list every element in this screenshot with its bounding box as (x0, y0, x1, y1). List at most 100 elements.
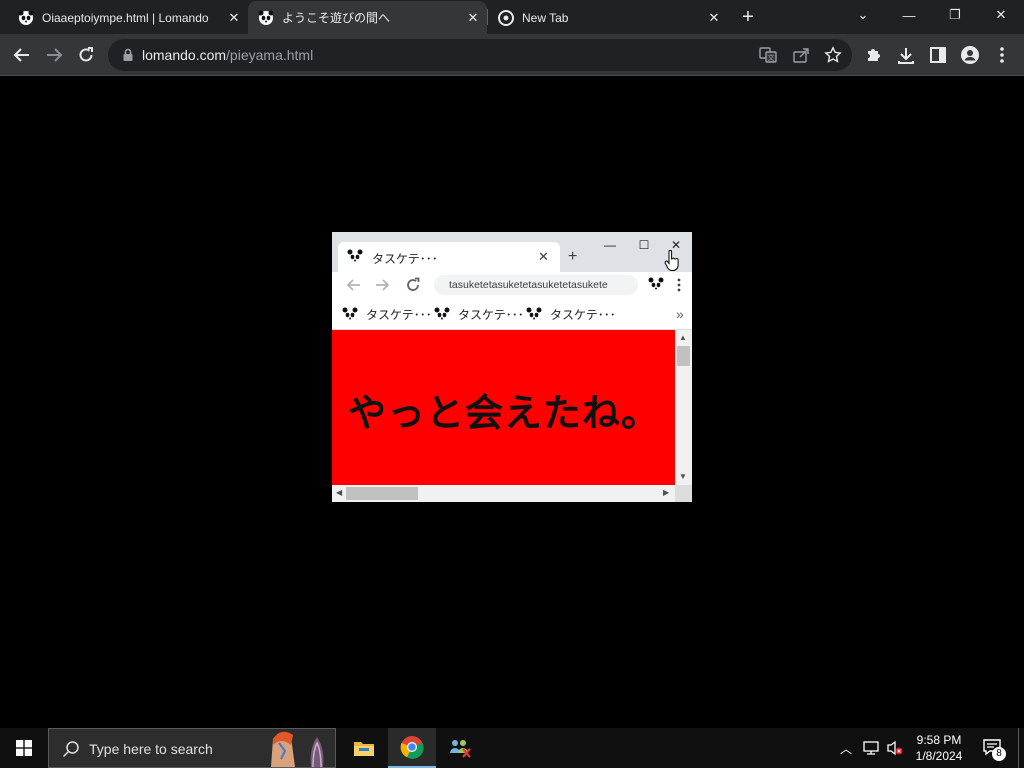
search-placeholder: Type here to search (89, 741, 213, 757)
tab-title: New Tab (522, 10, 569, 25)
taskbar-clock[interactable]: 9:58 PM 1/8/2024 (906, 732, 972, 764)
menu-button[interactable] (988, 41, 1016, 69)
reload-icon (79, 47, 93, 62)
bookmarks-overflow-button[interactable]: » (676, 306, 684, 322)
taskbar-search-box[interactable]: Type here to search (48, 728, 336, 768)
horizontal-scrollbar[interactable]: ◀ ▶ (332, 485, 675, 502)
share-icon[interactable] (791, 45, 811, 65)
forward-button[interactable] (40, 41, 68, 69)
new-tab-button[interactable]: + (736, 6, 760, 28)
hand-cursor-icon (664, 250, 679, 271)
mini-bookmarks-bar: タスケテ･･･ タスケテ･･･ タスケテ･･･ » (332, 298, 692, 330)
bookmark-label: タスケテ･･･ (366, 308, 432, 322)
tab-2[interactable]: New Tab ✕ (488, 1, 728, 34)
scroll-right-icon[interactable]: ▶ (663, 488, 669, 497)
browser-toolbar: lomando.com/pieyama.html 文 (0, 34, 1024, 76)
scrollbar-corner (675, 485, 692, 502)
bookmark-item[interactable]: タスケテ･･･ (526, 306, 616, 323)
start-button[interactable] (0, 728, 48, 768)
mini-tab-title: タスケテ･･･ (372, 252, 438, 266)
volume-muted-icon[interactable] (886, 740, 904, 756)
url-text: lomando.com/pieyama.html (142, 47, 313, 63)
taskbar-chrome[interactable] (388, 728, 436, 768)
mini-toolbar: tasuketetasuketetasuketetasukete (332, 272, 692, 298)
mini-forward-button[interactable] (372, 276, 392, 294)
bookmark-item[interactable]: タスケテ･･･ (342, 306, 432, 323)
address-bar[interactable]: lomando.com/pieyama.html 文 (108, 39, 852, 71)
tab-strip: Oiaaeptoiympe.html | Lomando ✕ ようこそ遊びの間へ… (0, 0, 1024, 34)
downloads-button[interactable] (892, 41, 920, 69)
chevron-up-icon[interactable]: ︿ (840, 740, 852, 757)
puzzle-icon (868, 49, 880, 61)
network-people-icon (450, 740, 471, 758)
clock-date: 1/8/2024 (915, 749, 963, 763)
lock-icon (123, 48, 133, 61)
bookmark-item[interactable]: タスケテ･･･ (434, 306, 524, 323)
back-arrow-icon (346, 279, 360, 291)
tab-1[interactable]: ようこそ遊びの間へ ✕ (248, 1, 487, 34)
panda-icon (342, 306, 358, 323)
tab-title: Oiaaeptoiympe.html | Lomando (42, 10, 209, 25)
panda-icon (258, 10, 274, 26)
network-icon[interactable] (862, 740, 880, 756)
show-desktop-button[interactable] (1018, 728, 1019, 768)
mini-back-button[interactable] (344, 276, 364, 294)
download-icon (898, 48, 914, 64)
bookmark-label: タスケテ･･･ (458, 308, 524, 322)
restore-button[interactable]: ❐ (932, 0, 978, 30)
bookmark-label: タスケテ･･･ (550, 308, 616, 322)
taskbar: Type here to search ︿ 9:58 PM 1/8/2024 8 (0, 728, 1024, 768)
horizontal-scroll-thumb[interactable] (346, 487, 418, 500)
mini-address-bar[interactable]: tasuketetasuketetasuketetasukete (434, 275, 638, 295)
scroll-up-icon[interactable]: ▲ (679, 333, 687, 342)
side-panel-button[interactable] (924, 41, 952, 69)
chrome-icon (498, 9, 514, 26)
notification-button[interactable]: 8 (982, 738, 1006, 761)
svg-text:文: 文 (768, 53, 775, 62)
close-icon[interactable]: ✕ (226, 10, 242, 26)
extensions-button[interactable] (860, 41, 888, 69)
tab-0[interactable]: Oiaaeptoiympe.html | Lomando ✕ (8, 1, 248, 34)
search-highlight-illustration (271, 731, 324, 767)
window-close-button[interactable]: ✕ (978, 0, 1024, 30)
mini-new-tab-button[interactable]: + (568, 248, 577, 266)
chrome-icon (400, 736, 424, 759)
mini-tab[interactable]: タスケテ･･･ ✕ (338, 242, 560, 272)
profile-button[interactable] (956, 41, 984, 69)
close-icon[interactable]: ✕ (538, 249, 549, 265)
panda-icon[interactable] (648, 277, 664, 293)
vertical-scrollbar[interactable]: ▲ ▼ (675, 330, 692, 485)
panda-icon (526, 306, 542, 323)
search-icon (62, 741, 79, 758)
vertical-scroll-thumb[interactable] (677, 346, 690, 366)
back-button[interactable] (8, 41, 36, 69)
mini-reload-button[interactable] (403, 276, 423, 294)
mini-page-content: やっと会えたね。 (332, 330, 675, 485)
tab-title: ようこそ遊びの間へ (282, 11, 391, 25)
mini-maximize-button[interactable]: ☐ (633, 236, 655, 254)
taskbar-network-app[interactable] (436, 728, 484, 768)
scroll-down-icon[interactable]: ▼ (679, 472, 687, 481)
windows-logo-icon (16, 740, 32, 756)
close-icon[interactable]: ✕ (465, 10, 481, 26)
reload-button[interactable] (72, 41, 100, 69)
translate-icon[interactable]: 文 (758, 45, 778, 65)
scroll-left-icon[interactable]: ◀ (336, 488, 342, 497)
mini-minimize-button[interactable]: — (599, 236, 621, 254)
close-icon[interactable]: ✕ (706, 10, 722, 26)
bookmark-star-icon[interactable] (823, 45, 843, 65)
forward-arrow-icon (376, 279, 390, 291)
tab-separator (487, 9, 488, 25)
mini-address-text: tasuketetasuketetasuketetasukete (449, 279, 608, 291)
tab-search-button[interactable]: ⌄ (840, 0, 886, 30)
page-message: やっと会えたね。 (348, 391, 661, 435)
panda-icon (347, 249, 363, 265)
taskbar-file-explorer[interactable] (340, 728, 388, 768)
notification-count-badge: 8 (992, 747, 1006, 761)
back-arrow-icon (13, 48, 29, 62)
more-vert-icon[interactable] (676, 278, 682, 292)
minimize-button[interactable]: — (886, 0, 932, 30)
panda-icon (434, 306, 450, 323)
panda-icon (18, 10, 34, 26)
reload-icon (407, 277, 420, 291)
